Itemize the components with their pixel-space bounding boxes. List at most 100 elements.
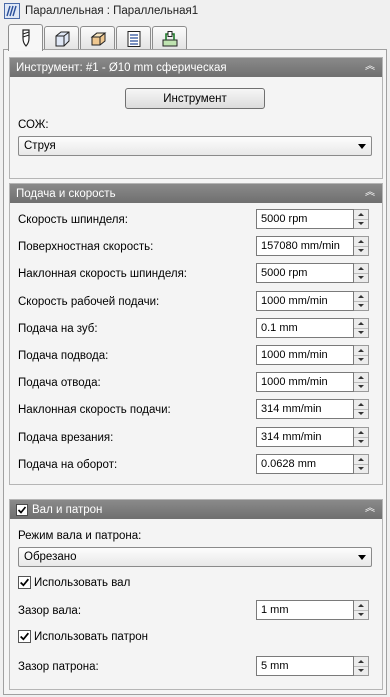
mode-dropdown[interactable]: Обрезано [18, 547, 372, 567]
use-shaft-label: Использовать вал [34, 576, 131, 589]
feed-row-label: Подача на оборот: [18, 459, 118, 471]
spin-down-button[interactable] [354, 383, 368, 392]
spinner[interactable] [354, 318, 369, 338]
arrow-down-icon [358, 249, 364, 253]
tab-stock[interactable] [44, 26, 79, 50]
tab-linking[interactable] [152, 26, 187, 50]
feed-row-input[interactable]: 314 mm/min [256, 399, 354, 419]
arrow-up-icon [358, 603, 364, 607]
feed-row-label: Подача на зуб: [18, 323, 98, 335]
feed-row-label: Подача врезания: [18, 432, 114, 444]
shaft-clearance-label: Зазор вала: [18, 605, 82, 617]
spin-down-button[interactable] [354, 438, 368, 447]
spin-up-button[interactable] [354, 264, 368, 274]
feed-row-input[interactable]: 5000 rpm [256, 209, 354, 229]
spinner[interactable] [354, 656, 369, 676]
holder-clearance-input[interactable]: 5 mm [256, 656, 354, 676]
spin-up-button[interactable] [354, 210, 368, 220]
arrow-up-icon [358, 348, 364, 352]
feed-row-input[interactable]: 1000 mm/min [256, 345, 354, 365]
coolant-dropdown[interactable]: Струя [18, 136, 372, 156]
passes-icon [127, 30, 140, 47]
properties-panel: Инструмент: #1 - Ø10 mm сферическая ︽ Ин… [3, 49, 387, 695]
feed-row-field: 1000 mm/min [256, 345, 369, 365]
spinner[interactable] [354, 291, 369, 311]
feed-row-input[interactable]: 314 mm/min [256, 427, 354, 447]
chevron-down-icon [358, 144, 366, 149]
spin-down-button[interactable] [354, 247, 368, 256]
shaft-section-checkbox[interactable] [16, 503, 28, 516]
use-holder-label: Использовать патрон [34, 630, 148, 643]
tab-passes[interactable] [116, 26, 151, 50]
arrow-down-icon [358, 222, 364, 226]
feed-row-input[interactable]: 0.1 mm [256, 318, 354, 338]
spinner[interactable] [354, 427, 369, 447]
feed-row-input[interactable]: 5000 rpm [256, 263, 354, 283]
stock-box-icon [55, 31, 69, 46]
spin-down-button[interactable] [354, 611, 368, 620]
spin-down-button[interactable] [354, 410, 368, 419]
feed-row-label: Наклонная скорость шпинделя: [18, 268, 188, 280]
holder-clearance-label: Зазор патрона: [18, 661, 99, 673]
feed-row-input[interactable]: 1000 mm/min [256, 291, 354, 311]
spin-up-button[interactable] [354, 657, 368, 667]
spinner[interactable] [354, 399, 369, 419]
geometry-box-icon [90, 32, 106, 45]
collapse-icon[interactable]: ︽ [363, 186, 377, 200]
feed-section-header[interactable]: Подача и скорость ︽ [10, 184, 382, 203]
spin-down-button[interactable] [354, 667, 368, 676]
spin-down-button[interactable] [354, 329, 368, 338]
tab-geometry[interactable] [80, 26, 115, 50]
use-shaft-checkbox[interactable]: Использовать вал [18, 576, 130, 589]
spin-up-button[interactable] [354, 292, 368, 302]
feed-row-input[interactable]: 0.0628 mm [256, 454, 354, 474]
spin-up-button[interactable] [354, 601, 368, 611]
linking-icon [162, 30, 177, 46]
spin-up-button[interactable] [354, 237, 368, 247]
feed-row-field: 1000 mm/min [256, 372, 369, 392]
arrow-up-icon [358, 239, 364, 243]
shaft-clearance-field: 1 mm [256, 600, 369, 620]
spinner[interactable] [354, 209, 369, 229]
checkbox-box[interactable] [18, 630, 31, 643]
spin-up-button[interactable] [354, 455, 368, 465]
shaft-section-header[interactable]: Вал и патрон ︽ [10, 500, 382, 519]
spin-down-button[interactable] [354, 356, 368, 365]
spin-up-button[interactable] [354, 428, 368, 438]
spinner[interactable] [354, 263, 369, 283]
shaft-clearance-input[interactable]: 1 mm [256, 600, 354, 620]
feed-row-field: 5000 rpm [256, 263, 369, 283]
spinner[interactable] [354, 345, 369, 365]
feed-row-label: Скорость шпинделя: [18, 214, 128, 226]
checkbox-box[interactable] [18, 576, 31, 589]
checkmark-icon [20, 578, 30, 587]
use-holder-checkbox[interactable]: Использовать патрон [18, 630, 148, 643]
spin-down-button[interactable] [354, 465, 368, 474]
spin-up-button[interactable] [354, 319, 368, 329]
feed-row-label: Подача отвода: [18, 377, 101, 389]
spin-up-button[interactable] [354, 373, 368, 383]
feed-row-field: 0.1 mm [256, 318, 369, 338]
spin-up-button[interactable] [354, 400, 368, 410]
tool-section-header[interactable]: Инструмент: #1 - Ø10 mm сферическая ︽ [10, 58, 382, 77]
feed-row-input[interactable]: 157080 mm/min [256, 236, 354, 256]
spin-down-button[interactable] [354, 220, 368, 229]
feed-row-input[interactable]: 1000 mm/min [256, 372, 354, 392]
spin-down-button[interactable] [354, 274, 368, 283]
spinner[interactable] [354, 236, 369, 256]
arrow-down-icon [358, 304, 364, 308]
collapse-icon[interactable]: ︽ [363, 502, 377, 516]
spinner[interactable] [354, 600, 369, 620]
feed-row-field: 314 mm/min [256, 399, 369, 419]
tab-tool[interactable] [8, 24, 43, 51]
arrow-down-icon [358, 385, 364, 389]
checkmark-icon [20, 632, 30, 641]
collapse-icon[interactable]: ︽ [363, 60, 377, 74]
spin-down-button[interactable] [354, 302, 368, 311]
feed-section: Подача и скорость ︽ Скорость шпинделя: 50… [9, 183, 383, 485]
feed-row-field: 1000 mm/min [256, 291, 369, 311]
spinner[interactable] [354, 372, 369, 392]
spin-up-button[interactable] [354, 346, 368, 356]
tool-select-button[interactable]: Инструмент [125, 88, 265, 109]
spinner[interactable] [354, 454, 369, 474]
